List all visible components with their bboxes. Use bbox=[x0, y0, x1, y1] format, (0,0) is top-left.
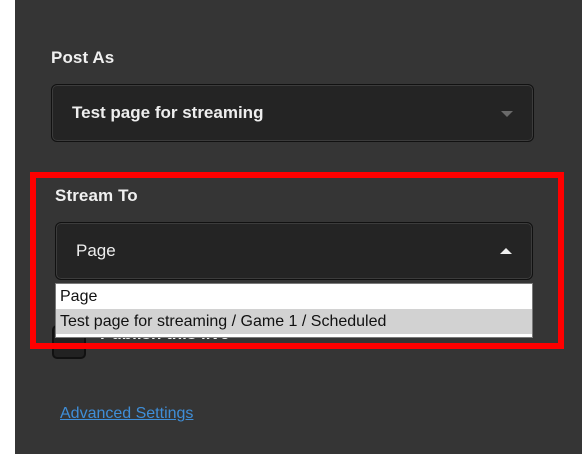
post-as-selected-value: Test page for streaming bbox=[72, 103, 264, 122]
chevron-down-icon bbox=[501, 111, 513, 117]
annotation-highlight-box bbox=[30, 172, 564, 349]
advanced-settings-link[interactable]: Advanced Settings bbox=[60, 405, 193, 423]
post-as-select[interactable]: Test page for streaming bbox=[51, 84, 534, 142]
post-as-label: Post As bbox=[51, 48, 115, 67]
